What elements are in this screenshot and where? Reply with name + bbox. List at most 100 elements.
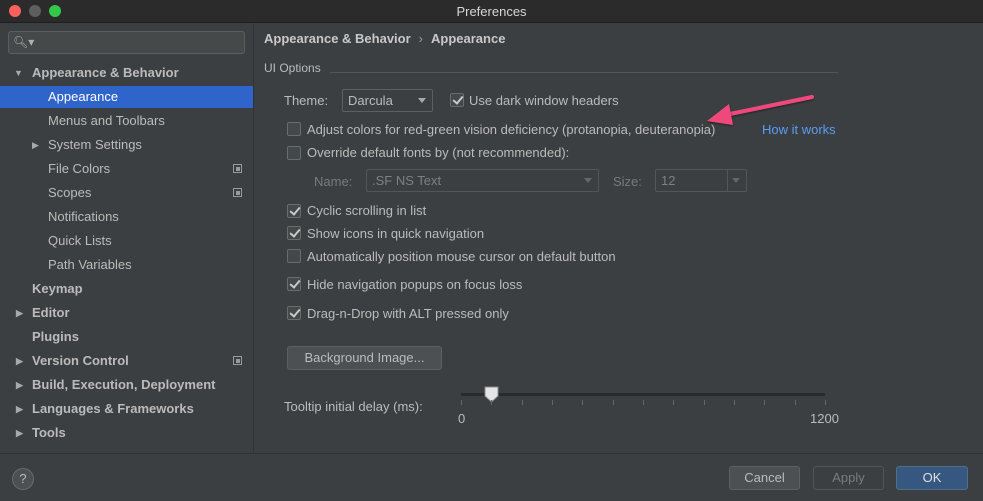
project-settings-icon [233, 356, 242, 365]
chevron-down-icon [584, 178, 592, 183]
cyclic-scrolling-label[interactable]: Cyclic scrolling in list [307, 203, 426, 218]
sidebar-item-system-settings[interactable]: ▶ System Settings [0, 134, 253, 156]
slider-tick [643, 400, 644, 405]
slider-tick [461, 400, 462, 405]
sidebar-item-keymap[interactable]: Keymap [0, 278, 253, 300]
tooltip-delay-slider[interactable] [461, 393, 825, 396]
font-size-label: Size: [613, 174, 642, 189]
breadcrumb: Appearance & Behavior › Appearance [264, 31, 505, 46]
override-fonts-label[interactable]: Override default fonts by (not recommend… [307, 145, 569, 160]
sidebar-item-scopes[interactable]: Scopes [0, 182, 253, 204]
sidebar-item-label: Path Variables [48, 257, 132, 272]
sidebar-item-editor[interactable]: ▶ Editor [0, 302, 253, 324]
dialog-footer: ? Cancel Apply OK [0, 453, 983, 501]
theme-select[interactable]: Darcula [342, 89, 433, 112]
font-size-value: 12 [661, 173, 676, 188]
sidebar-item-appearance[interactable]: Appearance [0, 86, 253, 108]
slider-tick [673, 400, 674, 405]
slider-tick [734, 400, 735, 405]
cyclic-scrolling-checkbox[interactable] [287, 204, 301, 218]
sidebar-item-label: Tools [32, 425, 66, 440]
sidebar-item-tools[interactable]: ▶ Tools [0, 422, 253, 444]
sidebar-item-label: Menus and Toolbars [48, 113, 165, 128]
sidebar-item-label: Keymap [32, 281, 83, 296]
settings-sidebar: 🔍︎▾ ▼ Appearance & Behavior Appearance M… [0, 23, 254, 453]
hide-popups-checkbox[interactable] [287, 277, 301, 291]
slider-tick [491, 400, 492, 405]
apply-button[interactable]: Apply [813, 466, 884, 490]
help-button[interactable]: ? [12, 468, 34, 490]
drag-n-drop-checkbox[interactable] [287, 306, 301, 320]
sidebar-item-label: System Settings [48, 137, 142, 152]
sidebar-item-label: Editor [32, 305, 70, 320]
color-deficiency-checkbox[interactable] [287, 122, 301, 136]
sidebar-item-version-control[interactable]: ▶ Version Control [0, 350, 253, 372]
sidebar-item-quick-lists[interactable]: Quick Lists [0, 230, 253, 252]
font-name-select[interactable]: .SF NS Text [366, 169, 599, 192]
dark-window-headers-checkbox[interactable] [450, 93, 464, 107]
show-icons-label[interactable]: Show icons in quick navigation [307, 226, 484, 241]
auto-cursor-label[interactable]: Automatically position mouse cursor on d… [307, 249, 616, 264]
combo-divider [727, 170, 728, 191]
slider-tick [582, 400, 583, 405]
sidebar-item-file-colors[interactable]: File Colors [0, 158, 253, 180]
tooltip-max-label: 1200 [810, 411, 839, 426]
dark-window-headers-label[interactable]: Use dark window headers [469, 93, 619, 108]
slider-tick [825, 400, 826, 405]
slider-tick [522, 400, 523, 405]
sidebar-item-label: File Colors [48, 161, 111, 176]
breadcrumb-current: Appearance [431, 31, 506, 46]
sidebar-item-label: Scopes [48, 185, 92, 200]
chevron-down-icon [732, 178, 740, 183]
sidebar-item-appearance-behavior[interactable]: ▼ Appearance & Behavior [0, 62, 253, 84]
ok-button[interactable]: OK [896, 466, 968, 490]
tooltip-delay-label: Tooltip initial delay (ms): [284, 399, 423, 414]
sidebar-item-build-execution-deployment[interactable]: ▶ Build, Execution, Deployment [0, 374, 253, 396]
chevron-right-icon[interactable]: ▶ [16, 374, 26, 396]
window-title: Preferences [456, 4, 527, 19]
chevron-right-icon[interactable]: ▶ [32, 134, 42, 156]
sidebar-item-plugins[interactable]: Plugins [0, 326, 253, 348]
chevron-down-icon[interactable]: ▼ [14, 62, 24, 84]
how-it-works-link[interactable]: How it works [762, 122, 836, 137]
chevron-right-icon[interactable]: ▶ [16, 422, 26, 444]
sidebar-item-path-variables[interactable]: Path Variables [0, 254, 253, 276]
font-size-select[interactable]: 12 [655, 169, 747, 192]
settings-search-input[interactable]: 🔍︎▾ [8, 31, 245, 54]
sidebar-item-notifications[interactable]: Notifications [0, 206, 253, 228]
font-name-value: .SF NS Text [372, 173, 442, 188]
sidebar-item-label: Appearance & Behavior [32, 65, 179, 80]
hide-popups-label[interactable]: Hide navigation popups on focus loss [307, 277, 522, 292]
theme-label: Theme: [284, 93, 329, 108]
sidebar-item-menus-toolbars[interactable]: Menus and Toolbars [0, 110, 253, 132]
drag-n-drop-label[interactable]: Drag-n-Drop with ALT pressed only [307, 306, 509, 321]
sidebar-item-label: Version Control [32, 353, 129, 368]
search-icon[interactable]: 🔍︎▾ [13, 35, 34, 49]
sidebar-item-label: Plugins [32, 329, 79, 344]
chevron-right-icon[interactable]: ▶ [16, 302, 26, 324]
sidebar-item-label: Appearance [48, 89, 119, 104]
show-icons-checkbox[interactable] [287, 226, 301, 240]
cancel-button[interactable]: Cancel [729, 466, 800, 490]
font-name-label: Name: [314, 174, 353, 189]
breadcrumb-parent: Appearance & Behavior [264, 31, 411, 46]
color-deficiency-label[interactable]: Adjust colors for red-green vision defic… [307, 122, 715, 137]
slider-tick [764, 400, 765, 405]
project-settings-icon [233, 188, 242, 197]
override-fonts-checkbox[interactable] [287, 146, 301, 160]
group-divider [330, 72, 838, 73]
background-image-button[interactable]: Background Image... [287, 346, 442, 370]
auto-cursor-checkbox[interactable] [287, 249, 301, 263]
project-settings-icon [233, 164, 242, 173]
breadcrumb-separator: › [418, 31, 424, 46]
tooltip-min-label: 0 [458, 411, 466, 426]
title-bar: Preferences [0, 0, 983, 23]
slider-tick [552, 400, 553, 405]
sidebar-item-label: Quick Lists [48, 233, 112, 248]
slider-tick [795, 400, 796, 405]
sidebar-item-languages-frameworks[interactable]: ▶ Languages & Frameworks [0, 398, 253, 420]
sidebar-item-label: Languages & Frameworks [32, 401, 194, 416]
ui-options-group-title: UI Options [264, 61, 321, 75]
chevron-right-icon[interactable]: ▶ [16, 398, 26, 420]
chevron-right-icon[interactable]: ▶ [16, 350, 26, 372]
